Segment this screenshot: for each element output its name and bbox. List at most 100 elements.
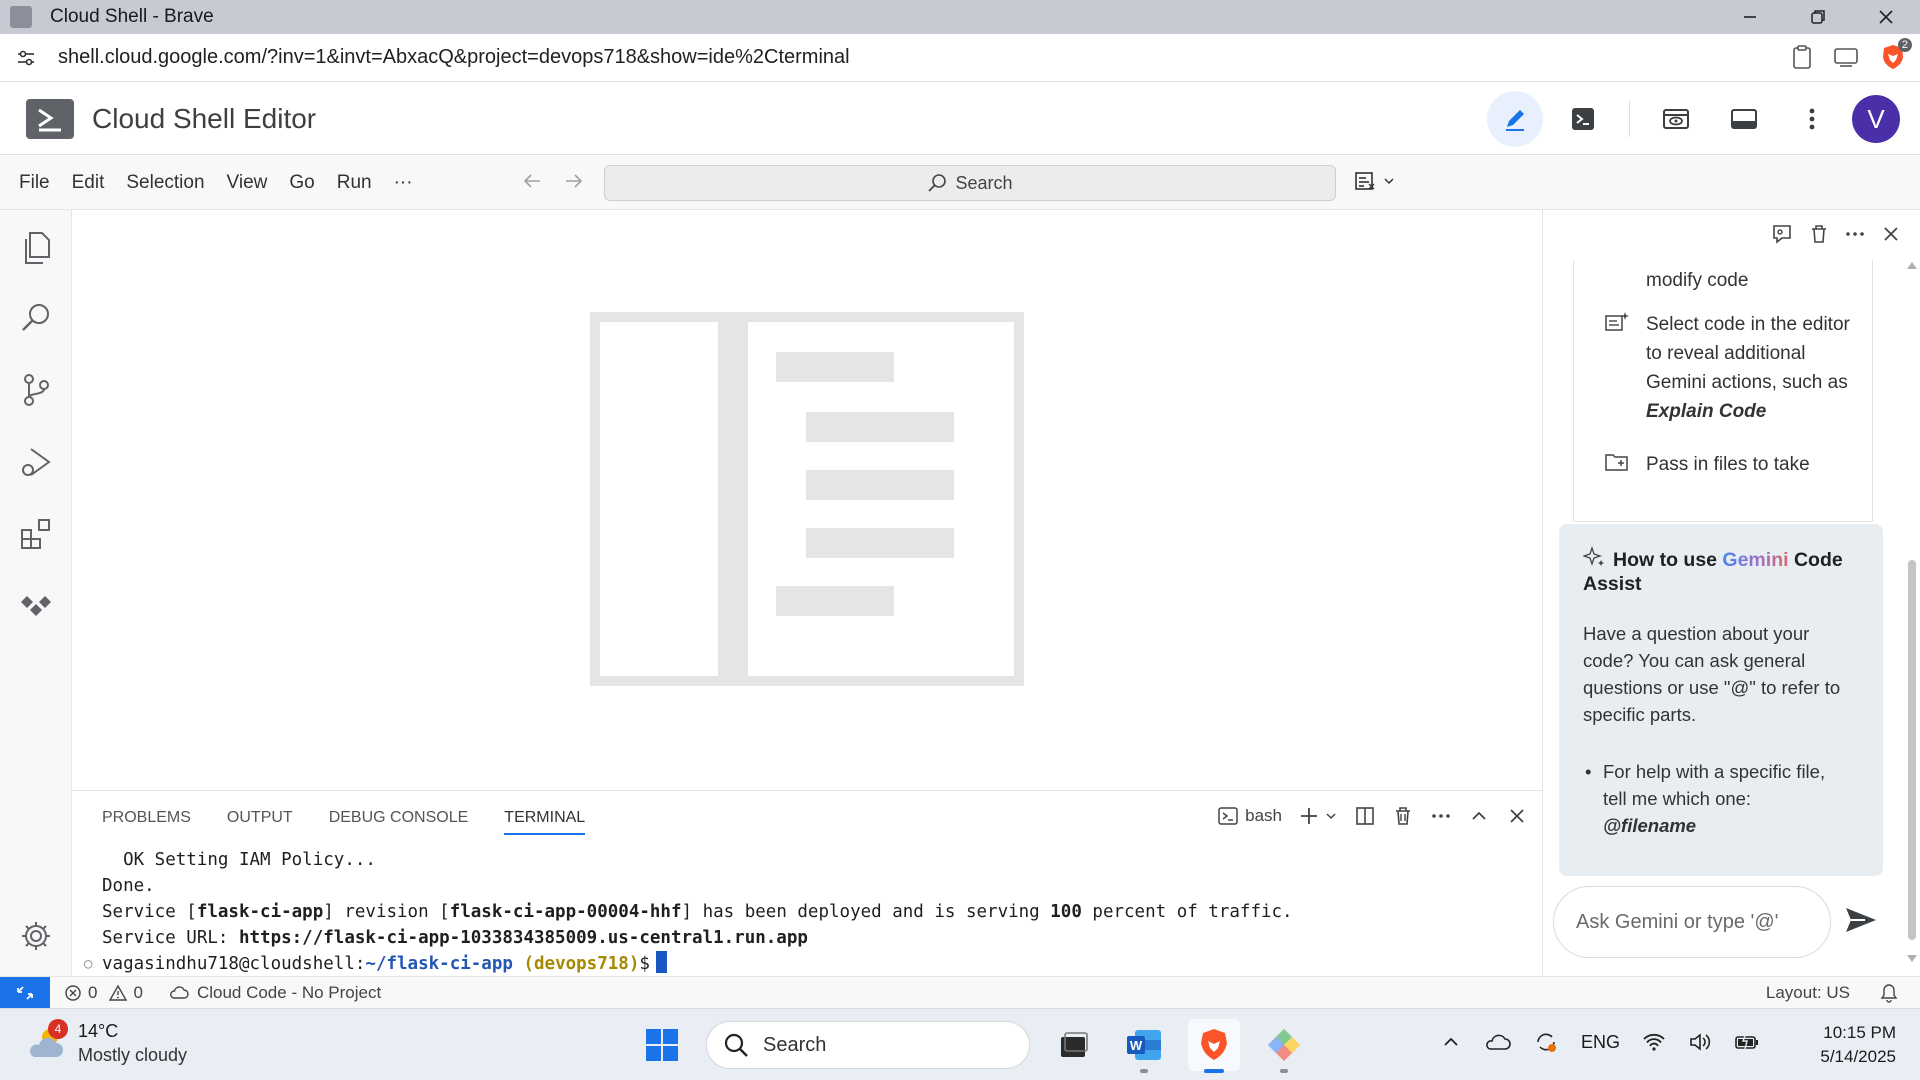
- web-preview-button[interactable]: [1648, 91, 1704, 147]
- menu-run[interactable]: Run: [326, 172, 383, 194]
- forward-arrow-icon[interactable]: [562, 170, 584, 192]
- tab-terminal[interactable]: TERMINAL: [504, 809, 586, 835]
- kebab-menu-icon: [1809, 108, 1815, 130]
- explain-code-label: Explain Code: [1646, 401, 1767, 422]
- wifi-icon[interactable]: [1642, 1032, 1666, 1052]
- restore-button[interactable]: [1784, 0, 1852, 34]
- menu-file[interactable]: File: [8, 172, 61, 194]
- scroll-up-icon[interactable]: [1906, 260, 1918, 270]
- cloud-shell-logo-icon: [26, 98, 74, 139]
- source-control-button[interactable]: [14, 368, 58, 412]
- url-field[interactable]: shell.cloud.google.com/?inv=1&invt=Abxac…: [58, 46, 850, 69]
- terminal-instance-bash[interactable]: bash: [1217, 805, 1282, 827]
- task-view-button[interactable]: [1048, 1019, 1100, 1071]
- gemini-scrollbar[interactable]: [1906, 260, 1918, 976]
- clipboard-icon[interactable]: [1790, 44, 1814, 70]
- remote-icon: [17, 985, 33, 1000]
- more-actions-icon[interactable]: [1844, 223, 1866, 245]
- terminal-text: flask-ci-app-00004-hhf: [449, 902, 682, 922]
- trash-icon[interactable]: [1392, 805, 1414, 827]
- activity-bar: [0, 210, 72, 976]
- manage-settings-button[interactable]: [14, 914, 58, 958]
- gem-app-button[interactable]: [1258, 1019, 1310, 1073]
- terminal-output[interactable]: OK Setting IAM Policy... Done. Service […: [84, 847, 1293, 977]
- tab-output[interactable]: OUTPUT: [227, 809, 293, 835]
- search-view-button[interactable]: [14, 296, 58, 340]
- history-nav: [522, 170, 584, 192]
- problems-status[interactable]: 0 0: [64, 983, 143, 1003]
- tab-problems[interactable]: PROBLEMS: [102, 809, 191, 835]
- prompt-project: (devops718): [512, 954, 640, 974]
- brave-shields-button[interactable]: 2: [1878, 38, 1912, 72]
- explorer-button[interactable]: [14, 226, 58, 270]
- account-avatar[interactable]: V: [1852, 95, 1900, 143]
- gemini-wordmark: Gemini: [1722, 549, 1789, 571]
- run-debug-button[interactable]: [14, 440, 58, 484]
- bottom-panel: PROBLEMS OUTPUT DEBUG CONSOLE TERMINAL b…: [72, 790, 1542, 976]
- more-options-button[interactable]: [1784, 91, 1840, 147]
- command-center-search[interactable]: Search: [604, 165, 1336, 201]
- restore-icon: [1811, 10, 1825, 24]
- menu-selection[interactable]: Selection: [115, 172, 215, 194]
- scrollbar-thumb[interactable]: [1908, 560, 1916, 940]
- start-button[interactable]: [636, 1019, 688, 1071]
- chevron-up-icon[interactable]: [1441, 1032, 1461, 1052]
- sync-update-icon[interactable]: [1533, 1029, 1559, 1055]
- remote-indicator-button[interactable]: [0, 976, 50, 1009]
- weather-description: Mostly cloudy: [78, 1045, 188, 1065]
- error-count: 0: [88, 982, 98, 1002]
- tab-favicon-icon: [10, 6, 32, 28]
- search-icon: [928, 174, 947, 192]
- cloud-code-status[interactable]: Cloud Code - No Project: [169, 983, 381, 1003]
- service-url-link[interactable]: https://flask-ci-app-1033834385009.us-ce…: [239, 928, 808, 948]
- weather-widget[interactable]: 4 14°C Mostly cloudy: [26, 1019, 187, 1067]
- scroll-down-icon[interactable]: [1906, 954, 1918, 964]
- keyboard-layout[interactable]: Layout: US: [1766, 983, 1850, 1003]
- taskbar-search[interactable]: Search: [706, 1021, 1030, 1069]
- menu-edit[interactable]: Edit: [61, 172, 116, 194]
- pencil-icon: [1506, 110, 1524, 131]
- send-icon[interactable]: [1843, 904, 1879, 936]
- customize-layout-button[interactable]: [1354, 170, 1396, 192]
- word-app-button[interactable]: W: [1118, 1019, 1170, 1073]
- gemini-prompt-input[interactable]: Ask Gemini or type '@': [1553, 886, 1831, 958]
- cast-icon[interactable]: [1832, 45, 1860, 69]
- menu-bar: File Edit Selection View Go Run ··· Sear…: [0, 156, 1920, 210]
- toggle-panel-button[interactable]: [1716, 91, 1772, 147]
- header-actions: V: [1487, 91, 1900, 147]
- cloud-code-button[interactable]: [14, 584, 58, 628]
- more-actions-icon[interactable]: [1430, 805, 1452, 827]
- new-terminal-button[interactable]: [1298, 805, 1338, 827]
- split-terminal-icon[interactable]: [1354, 805, 1376, 827]
- web-preview-icon: [1663, 109, 1689, 129]
- open-terminal-button[interactable]: [1555, 91, 1611, 147]
- trash-icon[interactable]: [1808, 223, 1830, 245]
- back-arrow-icon[interactable]: [522, 170, 544, 192]
- panel-tabs: PROBLEMS OUTPUT DEBUG CONSOLE TERMINAL: [102, 809, 586, 835]
- prompt-symbol: $: [639, 954, 650, 974]
- close-window-button[interactable]: [1852, 0, 1920, 34]
- extensions-button[interactable]: [14, 512, 58, 556]
- close-icon[interactable]: [1880, 223, 1902, 245]
- site-settings-button[interactable]: [14, 46, 38, 70]
- input-language[interactable]: ENG: [1581, 1032, 1620, 1053]
- menu-view[interactable]: View: [216, 172, 279, 194]
- brave-browser-icon: [1201, 1029, 1227, 1060]
- onedrive-cloud-icon[interactable]: [1483, 1032, 1511, 1052]
- volume-icon[interactable]: [1688, 1032, 1712, 1052]
- brave-app-button[interactable]: [1188, 1019, 1240, 1073]
- feedback-icon[interactable]: [1770, 222, 1794, 246]
- cloud-code-label: Cloud Code - No Project: [196, 982, 382, 1002]
- chevron-up-icon[interactable]: [1468, 805, 1490, 827]
- tip-text: modify code: [1646, 270, 1749, 291]
- battery-charging-icon[interactable]: [1734, 1032, 1760, 1052]
- open-editor-button[interactable]: [1487, 91, 1543, 147]
- close-icon[interactable]: [1506, 805, 1528, 827]
- menu-go[interactable]: Go: [278, 172, 325, 194]
- site-settings-icon: [18, 50, 34, 65]
- bell-icon[interactable]: [1880, 983, 1898, 1003]
- tab-debug-console[interactable]: DEBUG CONSOLE: [329, 809, 469, 835]
- menu-more[interactable]: ···: [383, 172, 424, 194]
- minimize-button[interactable]: [1716, 0, 1784, 34]
- taskbar-clock[interactable]: 10:15 PM 5/14/2025: [1820, 1021, 1896, 1069]
